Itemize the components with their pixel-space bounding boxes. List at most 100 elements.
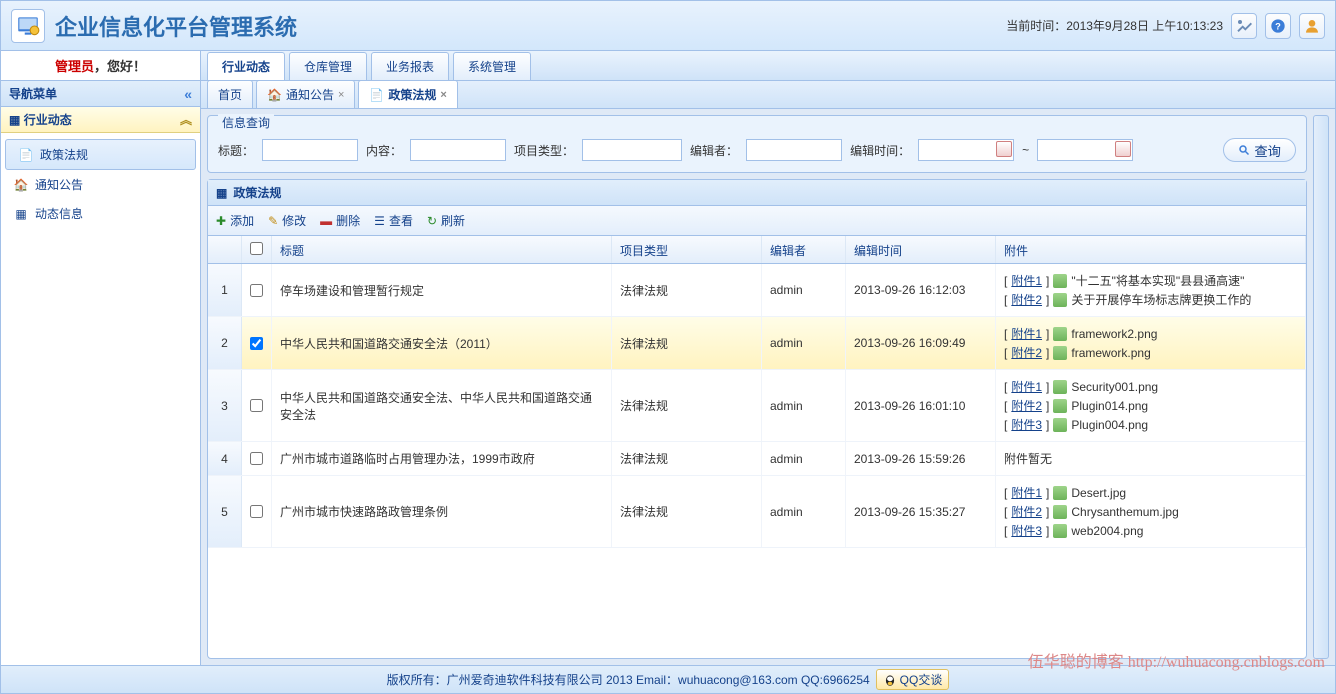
table-icon: ▦ xyxy=(216,186,227,200)
cell-type: 法律法规 xyxy=(612,317,762,369)
sidebar-item[interactable]: 📄政策法规 xyxy=(5,139,196,170)
search-icon xyxy=(1238,144,1250,156)
col-type[interactable]: 项目类型 xyxy=(612,236,762,263)
attachment-line: [ 附件1 ] Security001.png xyxy=(1004,378,1158,395)
sidebar-item[interactable]: ▦动态信息 xyxy=(1,199,200,228)
watermark: 伍华聪的博客 http://wuhuacong.cnblogs.com xyxy=(1028,648,1325,672)
row-checkbox[interactable] xyxy=(250,399,263,412)
cell-time: 2013-09-26 15:59:26 xyxy=(846,442,996,475)
attachment-link[interactable]: 附件1 xyxy=(1011,325,1042,342)
close-icon[interactable]: × xyxy=(338,89,344,101)
attachment-name: "十二五"将基本实现"县县通高速" xyxy=(1071,272,1244,289)
main-tab[interactable]: 仓库管理 xyxy=(289,52,367,80)
app-header: 企业信息化平台管理系统 当前时间：2013年9月28日 上午10:13:23 ? xyxy=(1,1,1335,51)
attachment-link[interactable]: 附件1 xyxy=(1011,272,1042,289)
cell-number: 4 xyxy=(208,442,242,475)
attachment-line: [ 附件2 ] Chrysanthemum.jpg xyxy=(1004,503,1179,520)
main-tab[interactable]: 行业动态 xyxy=(207,52,285,80)
cell-checkbox xyxy=(242,476,272,547)
attachment-line: [ 附件3 ] Plugin004.png xyxy=(1004,416,1158,433)
attachment-name: Desert.jpg xyxy=(1071,486,1126,500)
copyright: 版权所有：广州爱奇迪软件科技有限公司 2013 Email：wuhuacong@… xyxy=(387,671,870,688)
search-content-input[interactable] xyxy=(410,139,506,161)
nav-icon: 📄 xyxy=(18,147,34,163)
pencil-icon: ✎ xyxy=(268,214,278,228)
select-all-checkbox[interactable] xyxy=(250,242,263,255)
table-row[interactable]: 5广州市城市快速路路政管理条例法律法规admin2013-09-26 15:35… xyxy=(208,476,1306,548)
search-button[interactable]: 查询 xyxy=(1223,138,1296,162)
attachment-link[interactable]: 附件1 xyxy=(1011,484,1042,501)
attachment-name: framework.png xyxy=(1071,346,1150,360)
row-checkbox[interactable] xyxy=(250,452,263,465)
table-row[interactable]: 1停车场建设和管理暂行规定法律法规admin2013-09-26 16:12:0… xyxy=(208,264,1306,317)
attachment-link[interactable]: 附件2 xyxy=(1011,344,1042,361)
accordion-header[interactable]: ▦ 行业动态 ︽ xyxy=(1,107,200,133)
attachment-link[interactable]: 附件3 xyxy=(1011,416,1042,433)
qq-icon xyxy=(883,673,897,687)
col-editor[interactable]: 编辑者 xyxy=(762,236,846,263)
list-icon: ☰ xyxy=(374,214,385,228)
user-button[interactable] xyxy=(1299,13,1325,39)
grid-icon: ▦ xyxy=(9,113,20,127)
chevron-up-icon: ︽ xyxy=(180,111,192,128)
cell-number: 3 xyxy=(208,370,242,441)
file-icon xyxy=(1053,524,1067,538)
attachment-link[interactable]: 附件2 xyxy=(1011,397,1042,414)
edit-button[interactable]: ✎修改 xyxy=(268,212,306,229)
main-tab[interactable]: 系统管理 xyxy=(453,52,531,80)
attachment-link[interactable]: 附件2 xyxy=(1011,503,1042,520)
col-title[interactable]: 标题 xyxy=(272,236,612,263)
col-time[interactable]: 编辑时间 xyxy=(846,236,996,263)
qq-chat-button[interactable]: QQ交谈 xyxy=(876,669,950,690)
grid-title: ▦ 政策法规 xyxy=(208,180,1306,206)
inner-tab[interactable]: 🏠通知公告× xyxy=(256,80,355,108)
file-icon xyxy=(1053,380,1067,394)
row-checkbox[interactable] xyxy=(250,284,263,297)
inner-tabs: 首页🏠通知公告×📄政策法规× xyxy=(201,81,1335,109)
close-icon[interactable]: × xyxy=(440,89,446,101)
row-checkbox[interactable] xyxy=(250,337,263,350)
add-button[interactable]: ✚添加 xyxy=(216,212,254,229)
calendar-icon[interactable] xyxy=(1115,141,1131,157)
search-legend: 信息查询 xyxy=(218,114,274,131)
file-icon xyxy=(1053,505,1067,519)
sidebar-item[interactable]: 🏠通知公告 xyxy=(1,170,200,199)
inner-tab[interactable]: 📄政策法规× xyxy=(358,80,457,108)
cell-time: 2013-09-26 16:12:03 xyxy=(846,264,996,316)
attachment-link[interactable]: 附件2 xyxy=(1011,291,1042,308)
attachment-line: [ 附件2 ] framework.png xyxy=(1004,344,1157,361)
col-attachment[interactable]: 附件 xyxy=(996,236,1306,263)
vertical-scrollbar[interactable] xyxy=(1313,115,1329,659)
file-icon xyxy=(1053,486,1067,500)
settings-button[interactable] xyxy=(1231,13,1257,39)
table-row[interactable]: 3中华人民共和国道路交通安全法、中华人民共和国道路交通安全法法律法规admin2… xyxy=(208,370,1306,442)
refresh-button[interactable]: ↻刷新 xyxy=(427,212,465,229)
view-button[interactable]: ☰查看 xyxy=(374,212,413,229)
attachment-name: Chrysanthemum.jpg xyxy=(1071,505,1178,519)
nav-list: 📄政策法规🏠通知公告▦动态信息 xyxy=(1,133,200,665)
svg-text:?: ? xyxy=(1275,21,1281,31)
cell-type: 法律法规 xyxy=(612,264,762,316)
attachment-name: framework2.png xyxy=(1071,327,1157,341)
help-button[interactable]: ? xyxy=(1265,13,1291,39)
row-checkbox[interactable] xyxy=(250,505,263,518)
plus-icon: ✚ xyxy=(216,214,226,228)
main-tab[interactable]: 业务报表 xyxy=(371,52,449,80)
search-type-input[interactable] xyxy=(582,139,682,161)
attachment-line: [ 附件1 ] Desert.jpg xyxy=(1004,484,1179,501)
cell-editor: admin xyxy=(762,476,846,547)
table-row[interactable]: 4广州市城市道路临时占用管理办法，1999市政府法律法规admin2013-09… xyxy=(208,442,1306,476)
cell-checkbox xyxy=(242,370,272,441)
cell-time: 2013-09-26 16:09:49 xyxy=(846,317,996,369)
search-title-input[interactable] xyxy=(262,139,358,161)
attachment-link[interactable]: 附件3 xyxy=(1011,522,1042,539)
table-row[interactable]: 2中华人民共和国道路交通安全法（2011）法律法规admin2013-09-26… xyxy=(208,317,1306,370)
search-editor-input[interactable] xyxy=(746,139,842,161)
delete-button[interactable]: ▬删除 xyxy=(320,212,360,229)
attachment-link[interactable]: 附件1 xyxy=(1011,378,1042,395)
sidebar-collapse-icon[interactable]: « xyxy=(184,86,192,102)
inner-tab[interactable]: 首页 xyxy=(207,80,253,108)
calendar-icon[interactable] xyxy=(996,141,1012,157)
cell-attachment: [ 附件1 ] framework2.png[ 附件2 ] framework.… xyxy=(996,317,1306,369)
grid-panel: ▦ 政策法规 ✚添加 ✎修改 ▬删除 ☰查看 ↻刷新 xyxy=(207,179,1307,659)
